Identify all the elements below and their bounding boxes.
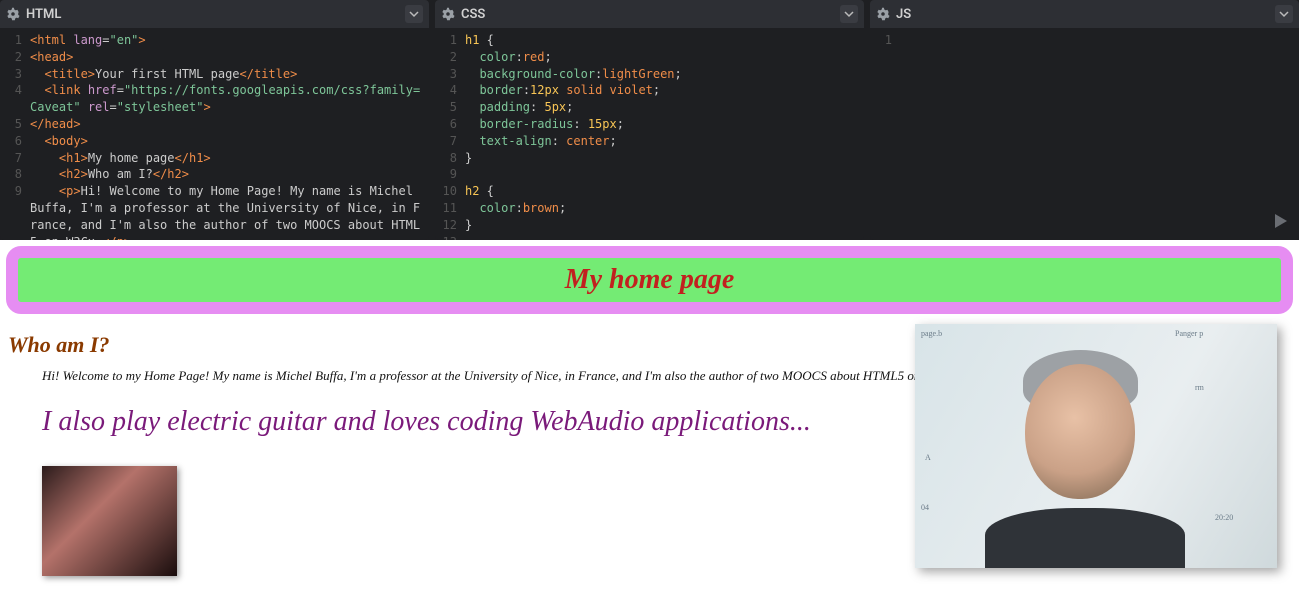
preview-photo-small <box>42 466 177 576</box>
html-pane-header: HTML <box>0 0 429 28</box>
js-pane-title: JS <box>896 7 911 22</box>
html-pane: HTML 1<html lang="en">2<head>3 <title>Yo… <box>0 0 429 240</box>
css-pane-title: CSS <box>461 7 485 22</box>
gear-icon[interactable] <box>876 7 890 21</box>
codepen-like-editor: HTML 1<html lang="en">2<head>3 <title>Yo… <box>0 0 1299 595</box>
js-code-editor[interactable]: 1 <box>870 28 1299 240</box>
preview-h1: My home page <box>6 246 1293 314</box>
js-pane-header: JS <box>870 0 1299 28</box>
webcam-overlay: page.b Panger p rm A 04 20:20 <box>915 324 1277 568</box>
css-pane-header: CSS <box>435 0 864 28</box>
gear-icon[interactable] <box>6 7 20 21</box>
css-pane: CSS 1h1 {2 color:red;3 background-color:… <box>435 0 864 240</box>
js-pane: JS 1 <box>870 0 1299 240</box>
html-pane-title: HTML <box>26 7 61 22</box>
chevron-down-icon[interactable] <box>405 5 423 23</box>
chevron-down-icon[interactable] <box>840 5 858 23</box>
play-icon[interactable] <box>1271 212 1289 230</box>
html-code-editor[interactable]: 1<html lang="en">2<head>3 <title>Your fi… <box>0 28 429 240</box>
css-code-editor[interactable]: 1h1 {2 color:red;3 background-color:ligh… <box>435 28 864 240</box>
editor-panels: HTML 1<html lang="en">2<head>3 <title>Yo… <box>0 0 1299 240</box>
chevron-down-icon[interactable] <box>1275 5 1293 23</box>
preview-pane: My home page Who am I? Hi! Welcome to my… <box>0 240 1299 595</box>
gear-icon[interactable] <box>441 7 455 21</box>
